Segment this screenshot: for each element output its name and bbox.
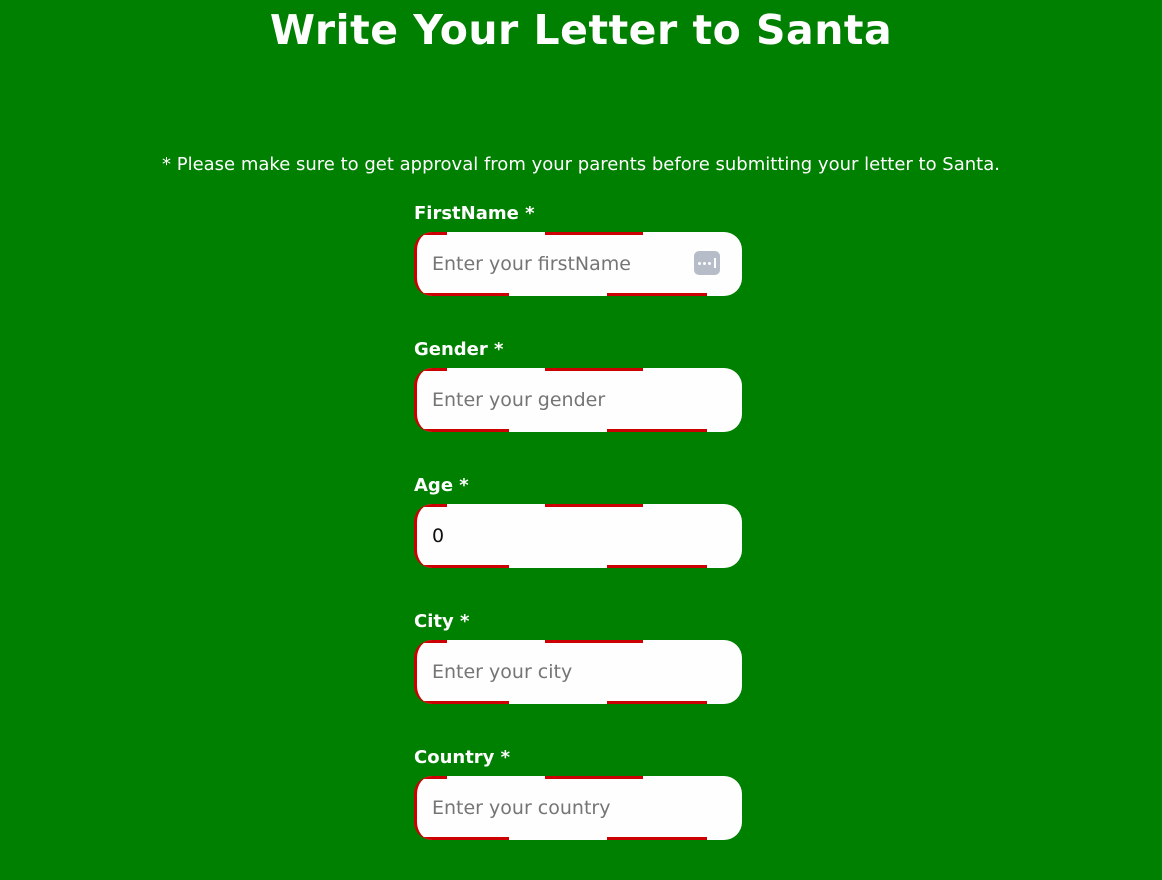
age-label: Age * bbox=[414, 475, 469, 496]
age-field-group: Age * bbox=[414, 472, 744, 608]
firstname-field-group: FirstName * bbox=[414, 200, 744, 336]
santa-letter-form: FirstName * Gender * Age * City * Countr… bbox=[414, 200, 744, 880]
country-field-group: Country * bbox=[414, 744, 744, 880]
city-input[interactable] bbox=[417, 640, 742, 704]
gender-input-wrapper bbox=[414, 368, 742, 432]
country-input-wrapper bbox=[414, 776, 742, 840]
country-label: Country * bbox=[414, 747, 511, 768]
gender-field-group: Gender * bbox=[414, 336, 744, 472]
city-field-group: City * bbox=[414, 608, 744, 744]
gender-label: Gender * bbox=[414, 339, 504, 360]
age-input-wrapper bbox=[414, 504, 742, 568]
firstname-input-wrapper bbox=[414, 232, 742, 296]
firstname-label: FirstName * bbox=[414, 203, 535, 224]
country-input[interactable] bbox=[417, 776, 742, 840]
autofill-icon[interactable] bbox=[694, 251, 720, 275]
parent-approval-notice: * Please make sure to get approval from … bbox=[162, 154, 1000, 175]
gender-input[interactable] bbox=[417, 368, 742, 432]
page-title: Write Your Letter to Santa bbox=[269, 6, 893, 54]
city-input-wrapper bbox=[414, 640, 742, 704]
age-input[interactable] bbox=[417, 504, 742, 568]
city-label: City * bbox=[414, 611, 470, 632]
